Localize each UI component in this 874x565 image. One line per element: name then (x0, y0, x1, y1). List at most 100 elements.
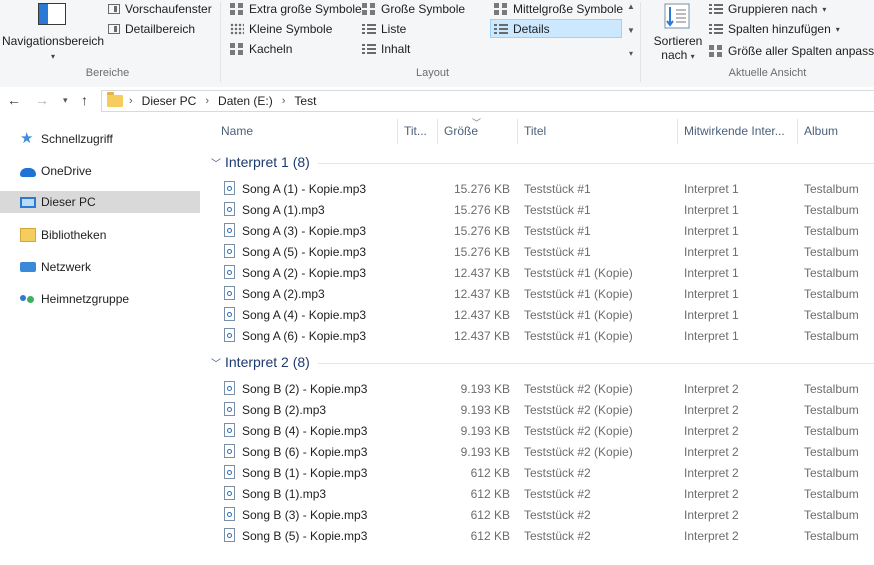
group-header[interactable]: ﹀ Interpret 2 (8) (200, 352, 874, 374)
forward-arrow-icon[interactable]: → (35, 92, 49, 108)
recent-locations-icon[interactable]: ▾ (63, 92, 68, 108)
details-pane-button[interactable]: Detailbereich (108, 20, 195, 38)
homegroup-icon (20, 292, 36, 306)
nav-item-onedrive[interactable]: OneDrive (0, 160, 200, 182)
add-columns-button[interactable]: Spalten hinzufügen ▾ (709, 20, 840, 38)
group-header[interactable]: ﹀ Interpret 1 (8) (200, 152, 874, 174)
column-header-track[interactable]: Tit... (404, 124, 434, 138)
nav-item-homegroup[interactable]: Heimnetzgruppe (0, 288, 200, 310)
chevron-down-icon[interactable]: ▼ (627, 26, 635, 35)
file-album: Testalbum (804, 266, 859, 280)
up-arrow-icon[interactable]: ↑ (81, 92, 88, 108)
file-title: Teststück #2 (524, 508, 591, 522)
file-row[interactable]: Song A (5) - Kopie.mp3 15.276 KB Teststück… (200, 241, 874, 262)
column-header-title[interactable]: Titel (524, 124, 674, 138)
back-arrow-icon[interactable]: ← (7, 92, 21, 108)
nav-item-quick-access[interactable]: Schnellzugriff (0, 128, 200, 150)
layout-medium-icons[interactable]: Mittelgroße Symbole (494, 0, 623, 18)
file-row[interactable]: Song B (1).mp3 612 KB Teststück #2 Interpre… (200, 483, 874, 504)
file-row[interactable]: Song B (1) - Kopie.mp3 612 KB Teststück #2… (200, 462, 874, 483)
column-header-size[interactable]: Größe (444, 124, 514, 138)
layout-content[interactable]: Inhalt (362, 40, 410, 58)
chevron-right-icon[interactable]: › (282, 95, 286, 107)
nav-item-label: OneDrive (41, 164, 92, 178)
library-icon (20, 228, 36, 242)
column-header-artists[interactable]: Mitwirkende Inter... (684, 124, 794, 138)
column-divider[interactable] (677, 119, 678, 144)
group-by-icon (709, 3, 723, 15)
navigation-pane-icon[interactable] (38, 3, 66, 25)
nav-item-network[interactable]: Netzwerk (0, 256, 200, 278)
audio-file-icon (224, 265, 235, 279)
file-name: Song B (6) - Kopie.mp3 (242, 445, 368, 459)
layout-details[interactable]: Details (494, 20, 550, 38)
breadcrumb-this-pc[interactable]: Dieser PC (142, 94, 197, 108)
column-header-album[interactable]: Album (804, 124, 874, 138)
layout-list[interactable]: Liste (362, 20, 406, 38)
chevron-right-icon[interactable]: › (129, 95, 133, 107)
fit-columns-button[interactable]: Größe aller Spalten anpassen (709, 42, 874, 60)
file-row[interactable]: Song A (2) - Kopie.mp3 12.437 KB Teststück… (200, 262, 874, 283)
sort-by-button[interactable]: Sortieren nach ▾ (650, 34, 706, 64)
layout-large-icons[interactable]: Große Symbole (362, 0, 465, 18)
chevron-right-icon[interactable]: › (205, 95, 209, 107)
content-icon (362, 43, 376, 55)
small-icons-icon (230, 23, 244, 35)
layout-tiles-label: Kacheln (249, 42, 293, 56)
file-size: 12.437 KB (453, 266, 510, 280)
file-name: Song B (2).mp3 (242, 403, 327, 417)
layout-extra-large-label: Extra große Symbole (249, 2, 362, 16)
breadcrumb-test[interactable]: Test (294, 94, 316, 108)
file-row[interactable]: Song B (5) - Kopie.mp3 612 KB Teststück #2… (200, 525, 874, 546)
file-album: Testalbum (804, 329, 859, 343)
chevron-down-icon: ▾ (835, 24, 840, 34)
audio-file-icon (224, 402, 235, 416)
layout-tiles[interactable]: Kacheln (230, 40, 292, 58)
layout-extra-large-icons[interactable]: Extra große Symbole (230, 0, 362, 18)
layout-small-icons[interactable]: Kleine Symbole (230, 20, 332, 38)
file-row[interactable]: Song A (1) - Kopie.mp3 15.276 KB Teststück… (200, 178, 874, 199)
chevron-down-icon[interactable]: ﹀ (211, 355, 221, 370)
expand-gallery-icon[interactable]: ▾ (629, 49, 633, 58)
file-row[interactable]: Song A (1).mp3 15.276 KB Teststück #1 Inter… (200, 199, 874, 220)
file-row[interactable]: Song A (3) - Kopie.mp3 15.276 KB Teststück… (200, 220, 874, 241)
file-album: Testalbum (804, 403, 859, 417)
file-row[interactable]: Song B (2) - Kopie.mp3 9.193 KB Teststück … (200, 378, 874, 399)
preview-pane-button[interactable]: Vorschaufenster (108, 0, 212, 18)
file-row[interactable]: Song A (4) - Kopie.mp3 12.437 KB Teststück… (200, 304, 874, 325)
chevron-down-icon[interactable]: ﹀ (211, 155, 221, 170)
file-row[interactable]: Song B (3) - Kopie.mp3 612 KB Teststück #2… (200, 504, 874, 525)
file-artist: Interpret 1 (684, 308, 739, 322)
sort-icon[interactable] (663, 2, 691, 30)
column-divider[interactable] (797, 119, 798, 144)
layout-gallery-scroll[interactable]: ▲ ▼ ▾ (625, 2, 637, 58)
file-row[interactable]: Song B (2).mp3 9.193 KB Teststück #2 (Kopi… (200, 399, 874, 420)
group-label-layout: Layout (415, 67, 450, 79)
column-divider[interactable] (397, 119, 398, 144)
layout-list-label: Liste (381, 22, 407, 36)
column-divider[interactable] (517, 119, 518, 144)
navigation-pane-button[interactable]: Navigationsbereich ▾ (2, 34, 104, 64)
chevron-up-icon[interactable]: ▲ (627, 2, 635, 11)
address-row: ← → ▾ ↑ › Dieser PC › Daten (E:) › Test (0, 87, 874, 115)
navigation-pane: Schnellzugriff OneDrive Dieser PC Biblio… (0, 115, 200, 565)
nav-item-this-pc[interactable]: Dieser PC (0, 191, 200, 213)
file-row[interactable]: Song B (4) - Kopie.mp3 9.193 KB Teststück … (200, 420, 874, 441)
breadcrumb-drive[interactable]: Daten (E:) (218, 94, 273, 108)
column-header-name[interactable]: Name (221, 124, 391, 138)
chevron-down-icon: ▾ (50, 52, 55, 61)
file-title: Teststück #1 (Kopie) (524, 287, 633, 301)
file-row[interactable]: Song A (2).mp3 12.437 KB Teststück #1 (Kop… (200, 283, 874, 304)
file-title: Teststück #2 (Kopie) (524, 424, 633, 438)
ribbon-separator (640, 2, 641, 82)
file-row[interactable]: Song B (6) - Kopie.mp3 9.193 KB Teststück … (200, 441, 874, 462)
cloud-icon (20, 168, 36, 177)
file-row[interactable]: Song A (6) - Kopie.mp3 12.437 KB Teststück… (200, 325, 874, 346)
computer-icon (20, 196, 36, 208)
file-album: Testalbum (804, 508, 859, 522)
column-divider[interactable] (437, 119, 438, 144)
group-by-button[interactable]: Gruppieren nach ▾ (709, 0, 826, 18)
address-bar[interactable]: › Dieser PC › Daten (E:) › Test (101, 90, 874, 112)
file-artist: Interpret 2 (684, 508, 739, 522)
nav-item-libraries[interactable]: Bibliotheken (0, 224, 200, 246)
